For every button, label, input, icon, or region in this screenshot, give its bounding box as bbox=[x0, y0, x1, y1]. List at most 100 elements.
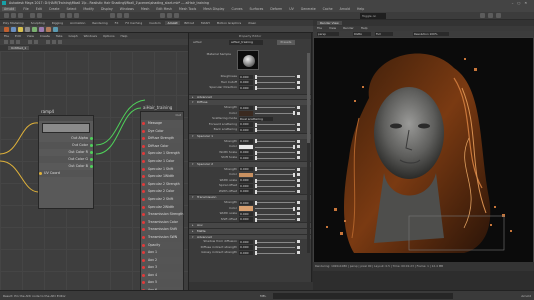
slider-handle[interactable] bbox=[255, 178, 257, 183]
menu-help[interactable]: Help bbox=[357, 7, 364, 11]
hs-menu-item[interactable]: Graph bbox=[68, 34, 77, 38]
ramp-output-row[interactable]: Out Color bbox=[39, 142, 93, 149]
attribute-editor-toggle-icon[interactable] bbox=[488, 13, 493, 18]
wire-incoming-2[interactable] bbox=[0, 160, 39, 193]
input-pin[interactable] bbox=[142, 167, 145, 171]
menu-mesh[interactable]: Mesh bbox=[141, 7, 149, 11]
color-swatch[interactable] bbox=[239, 206, 253, 211]
attribute-value-field[interactable]: 0.000 bbox=[239, 167, 253, 172]
ramp-output-row[interactable]: Out Color R bbox=[39, 149, 93, 156]
map-button[interactable] bbox=[297, 128, 300, 132]
map-button[interactable] bbox=[297, 184, 300, 188]
workspace-selector[interactable]: Arnold bbox=[2, 7, 17, 11]
attribute-value-field[interactable]: 0.000 bbox=[239, 122, 253, 127]
shelf-tab-arnold[interactable]: Arnold bbox=[164, 21, 181, 25]
attribute-slider[interactable] bbox=[255, 122, 295, 127]
shelf-tab[interactable]: XGen bbox=[245, 21, 259, 25]
slider-handle[interactable] bbox=[293, 145, 295, 150]
ramp-input-row[interactable]: UV Coord bbox=[39, 170, 93, 177]
save-scene-icon[interactable] bbox=[18, 13, 23, 18]
aihair-attribute-row[interactable]: Diffuse Color bbox=[141, 142, 183, 151]
hs-menu-item[interactable]: Tabs bbox=[56, 34, 63, 38]
aihair-attribute-row[interactable]: Specular 2 Color bbox=[141, 188, 183, 196]
map-button[interactable] bbox=[297, 86, 300, 90]
aihair-attribute-row[interactable]: Aov 1 bbox=[141, 249, 183, 257]
scrollbar-thumb[interactable] bbox=[307, 53, 310, 143]
input-pin[interactable] bbox=[142, 251, 145, 255]
shelf-tab[interactable]: FX bbox=[112, 21, 122, 25]
hs-menu-item[interactable]: Create bbox=[40, 34, 50, 38]
graph-input-icon[interactable] bbox=[4, 40, 8, 44]
attribute-value-field[interactable]: 0.000 bbox=[239, 80, 253, 85]
attribute-slider[interactable] bbox=[255, 156, 295, 161]
attribute-slider[interactable] bbox=[255, 251, 295, 256]
menu-select[interactable]: Select bbox=[67, 7, 77, 11]
input-pin[interactable] bbox=[142, 197, 145, 201]
menu-edit[interactable]: Edit bbox=[36, 7, 42, 11]
map-button[interactable] bbox=[297, 206, 300, 210]
ramp-output-row[interactable]: Out Color G bbox=[39, 156, 93, 163]
attribute-slider[interactable] bbox=[255, 172, 295, 177]
shelf-tab[interactable]: Motion Graphics bbox=[214, 21, 244, 25]
output-pin[interactable] bbox=[90, 165, 93, 168]
hs-menu-item[interactable]: File bbox=[4, 34, 9, 38]
slider-handle[interactable] bbox=[255, 212, 257, 217]
map-button[interactable] bbox=[297, 167, 300, 171]
output-pin[interactable] bbox=[90, 151, 93, 154]
aihair-attribute-row[interactable]: Dye Color bbox=[141, 127, 183, 136]
render-settings-icon[interactable] bbox=[174, 13, 179, 18]
attribute-value-field[interactable]: 0.000 bbox=[239, 245, 253, 250]
attribute-slider[interactable] bbox=[255, 200, 295, 205]
region-dropdown[interactable]: Full bbox=[375, 32, 393, 36]
map-button[interactable] bbox=[297, 105, 300, 109]
aihair-attribute-row[interactable]: Opacity bbox=[141, 242, 183, 250]
slider-handle[interactable] bbox=[255, 167, 257, 172]
attribute-slider[interactable] bbox=[255, 145, 295, 150]
color-swatch[interactable] bbox=[239, 144, 253, 150]
map-button[interactable] bbox=[297, 245, 300, 249]
aihair-attribute-row[interactable]: Specular 1 Strength bbox=[141, 150, 183, 158]
menu-arnold[interactable]: Arnold bbox=[340, 7, 350, 11]
new-scene-icon[interactable] bbox=[4, 13, 9, 18]
presets-button[interactable]: Presets bbox=[277, 40, 295, 45]
input-pin[interactable] bbox=[142, 273, 145, 277]
attribute-value-field[interactable]: 0.000 bbox=[239, 150, 253, 155]
attribute-value-field[interactable]: 0.000 bbox=[239, 139, 253, 144]
slider-handle[interactable] bbox=[255, 240, 257, 245]
menu-windows[interactable]: Windows bbox=[120, 7, 134, 11]
aihair-attribute-row[interactable]: Transmission Strength bbox=[141, 211, 183, 219]
select-hierarchy-icon[interactable] bbox=[60, 13, 65, 18]
slider-handle[interactable] bbox=[255, 122, 257, 127]
aihair-attribute-row[interactable]: Transmission SWN bbox=[141, 233, 183, 242]
hs-menu-item[interactable]: View bbox=[27, 34, 34, 38]
photometric-light-icon[interactable] bbox=[32, 27, 37, 32]
slider-handle[interactable] bbox=[255, 184, 257, 189]
attribute-value-field[interactable]: 0.000 bbox=[239, 155, 253, 161]
color-swatch[interactable] bbox=[239, 111, 253, 116]
input-pin[interactable] bbox=[142, 220, 145, 224]
slider-handle[interactable] bbox=[255, 200, 257, 205]
aihair-attribute-row[interactable]: Transmission Color bbox=[141, 218, 183, 227]
shelf-tab[interactable]: Bifrost bbox=[181, 21, 197, 25]
wire-incoming-1[interactable] bbox=[0, 122, 39, 155]
search-input[interactable]: Toggle on bbox=[360, 13, 386, 19]
input-pin[interactable] bbox=[142, 235, 145, 239]
select-component-icon[interactable] bbox=[74, 13, 79, 18]
snap-grid-icon[interactable] bbox=[110, 13, 115, 18]
hs-menu-item[interactable]: Edit bbox=[15, 34, 21, 38]
map-button[interactable] bbox=[297, 212, 300, 216]
attribute-value-field[interactable]: 0.000 bbox=[239, 178, 253, 183]
attribute-slider[interactable] bbox=[255, 150, 295, 155]
aihair-attribute-row[interactable]: Specular 1Width bbox=[141, 173, 183, 181]
menu-cache[interactable]: Cache bbox=[323, 7, 333, 11]
shelf-tab[interactable]: Rigging bbox=[49, 21, 66, 25]
map-button[interactable] bbox=[297, 145, 300, 149]
ipr-render-icon[interactable] bbox=[167, 13, 172, 18]
input-pin[interactable] bbox=[142, 266, 145, 270]
clear-graph-icon[interactable] bbox=[28, 40, 32, 44]
map-button[interactable] bbox=[297, 80, 300, 84]
rv-menu-item[interactable]: Render bbox=[343, 26, 354, 30]
arnold-render-icon[interactable] bbox=[4, 27, 9, 32]
input-pin[interactable] bbox=[142, 258, 145, 262]
map-button[interactable] bbox=[297, 150, 300, 154]
